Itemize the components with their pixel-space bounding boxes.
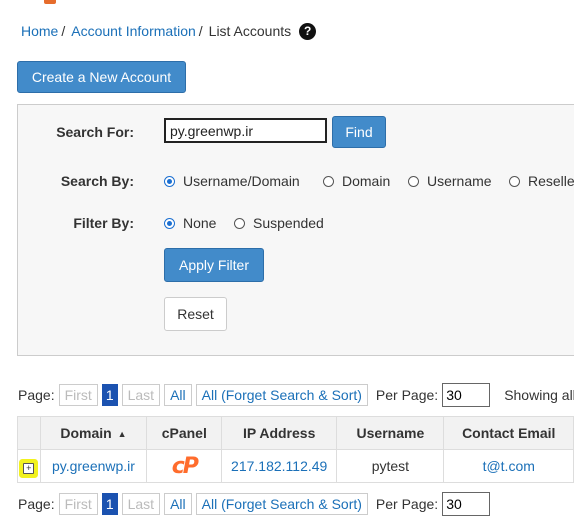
column-label: Domain: [60, 425, 112, 441]
radio-label: Username/Domain: [183, 173, 300, 189]
radio-label: None: [183, 215, 217, 231]
radio-label: Username: [427, 173, 492, 189]
domain-cell: py.greenwp.ir: [39, 449, 148, 483]
all-forget-search-button[interactable]: All (Forget Search & Sort): [195, 493, 368, 515]
reset-button[interactable]: Reset: [164, 297, 227, 331]
per-page-input[interactable]: [442, 492, 491, 516]
pager-bottom: Page: First 1 Last All All (Forget Searc…: [18, 492, 491, 516]
ip-column-header[interactable]: IP Address: [221, 416, 338, 450]
breadcrumb-separator: /: [198, 23, 203, 39]
radio-label: Suspended: [253, 215, 324, 231]
page-label: Page:: [18, 387, 55, 403]
breadcrumb-account-information-link[interactable]: Account Information: [71, 23, 196, 39]
last-page-button[interactable]: Last: [121, 493, 161, 515]
email-link[interactable]: t@t.com: [483, 458, 535, 474]
radio-search-username[interactable]: Username: [408, 173, 492, 189]
username-cell: pytest: [336, 449, 445, 483]
current-page-button[interactable]: 1: [101, 493, 118, 515]
cpanel-cell: cP: [146, 449, 223, 483]
domain-column-header[interactable]: Domain ▲: [39, 416, 148, 450]
pager-top: Page: First 1 Last All All (Forget Searc…: [18, 383, 574, 407]
per-page-label: Per Page:: [375, 496, 439, 512]
per-page-input[interactable]: [442, 383, 491, 407]
table-row: + py.greenwp.ir cP 217.182.112.49 pytest…: [17, 449, 574, 483]
find-button[interactable]: Find: [332, 116, 386, 148]
current-page-button[interactable]: 1: [101, 384, 118, 406]
sort-ascending-icon: ▲: [117, 429, 127, 440]
accounts-table: Domain ▲ cPanel IP Address Username Conta…: [17, 416, 574, 483]
ip-link[interactable]: 217.182.112.49: [231, 458, 327, 474]
radio-empty-icon: [509, 175, 520, 187]
radio-filter-none[interactable]: None: [164, 215, 216, 231]
radio-search-username-domain[interactable]: Username/Domain: [164, 173, 300, 189]
breadcrumb-separator: /: [61, 23, 66, 39]
search-input[interactable]: [164, 118, 327, 143]
all-forget-search-button[interactable]: All (Forget Search & Sort): [195, 384, 368, 406]
all-pages-button[interactable]: All: [164, 384, 192, 406]
radio-label: Domain: [342, 173, 391, 189]
table-header-row: Domain ▲ cPanel IP Address Username Conta…: [17, 416, 574, 450]
plus-square-icon[interactable]: +: [23, 463, 35, 474]
page-title: List Accounts: [208, 23, 292, 39]
radio-empty-icon: [234, 217, 245, 229]
last-page-button[interactable]: Last: [121, 384, 161, 406]
radio-empty-icon: [323, 175, 334, 187]
radio-selected-icon: [164, 175, 175, 187]
help-icon[interactable]: ?: [299, 22, 317, 40]
radio-filter-suspended[interactable]: Suspended: [234, 215, 324, 231]
page-label: Page:: [18, 496, 55, 512]
ip-cell: 217.182.112.49: [221, 449, 338, 483]
expand-column-header: [17, 416, 41, 450]
create-account-button[interactable]: Create a New Account: [17, 61, 186, 93]
username-column-header[interactable]: Username: [336, 416, 445, 450]
all-pages-button[interactable]: All: [164, 493, 192, 515]
per-page-label: Per Page:: [375, 387, 439, 403]
cpanel-column-header[interactable]: cPanel: [146, 416, 223, 450]
breadcrumb: Home / Account Information / List Accoun…: [21, 21, 317, 41]
first-page-button[interactable]: First: [58, 384, 98, 406]
first-page-button[interactable]: First: [58, 493, 98, 515]
cpanel-logo-icon[interactable]: cP: [172, 454, 199, 479]
expand-cell: +: [17, 449, 41, 483]
search-for-label: Search For:: [56, 124, 134, 140]
domain-link[interactable]: py.greenwp.ir: [52, 458, 135, 474]
breadcrumb-home-link[interactable]: Home: [21, 23, 58, 39]
radio-label: Reselle: [528, 173, 574, 189]
search-by-label: Search By:: [60, 173, 134, 189]
email-cell: t@t.com: [443, 449, 574, 483]
radio-search-domain[interactable]: Domain: [323, 173, 390, 189]
showing-text: Showing all: [504, 387, 574, 403]
email-column-header[interactable]: Contact Email: [443, 416, 574, 450]
radio-search-reseller[interactable]: Reselle: [509, 173, 574, 189]
radio-selected-icon: [164, 217, 175, 229]
radio-empty-icon: [408, 175, 419, 187]
top-edge-accent: [44, 0, 56, 4]
apply-filter-button[interactable]: Apply Filter: [164, 248, 264, 282]
filter-by-label: Filter By:: [73, 215, 134, 231]
